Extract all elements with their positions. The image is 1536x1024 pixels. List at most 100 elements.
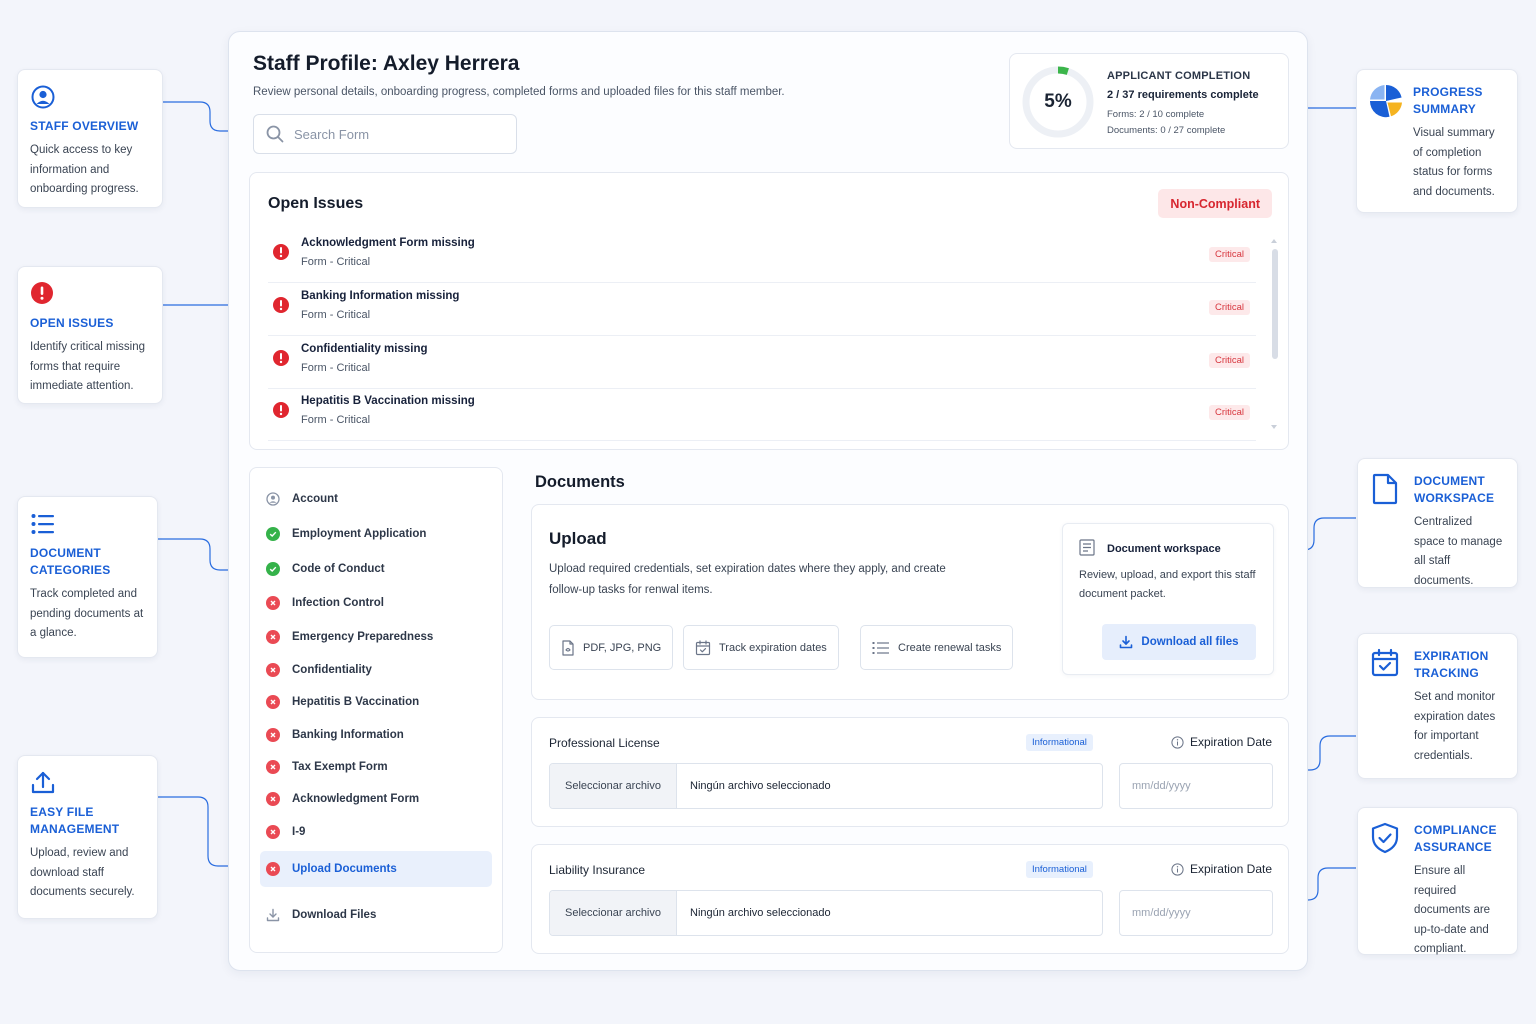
callout-title: DOCUMENT CATEGORIES xyxy=(30,546,111,577)
callout-progress-summary: PROGRESS SUMMARY Visual summary of compl… xyxy=(1356,69,1518,213)
search-input[interactable] xyxy=(294,126,494,142)
severity-badge: Critical xyxy=(1208,300,1250,315)
completion-title: APPLICANT COMPLETION xyxy=(1107,70,1251,82)
document-icon xyxy=(1370,473,1404,507)
callout-document-categories: DOCUMENT CATEGORIES Track completed and … xyxy=(17,496,158,658)
callout-description: Track completed and pending documents at… xyxy=(30,588,144,639)
x-icon xyxy=(266,695,280,709)
expiration-label-text: Expiration Date xyxy=(1189,735,1272,749)
scroll-up-arrow-icon[interactable] xyxy=(1270,237,1278,245)
x-icon xyxy=(266,792,280,806)
download-icon xyxy=(266,908,280,922)
sidebar-item-upload-documents[interactable]: Upload Documents xyxy=(260,851,492,887)
error-icon xyxy=(272,296,290,314)
x-icon xyxy=(266,760,280,774)
sidebar-item-emergency-preparedness[interactable]: Emergency Preparedness xyxy=(260,620,492,654)
sidebar-item-account[interactable]: Account xyxy=(260,482,492,516)
sidebar-item-label: Code of Conduct xyxy=(292,563,385,575)
sidebar-item-label: Tax Exempt Form xyxy=(292,761,388,773)
x-icon xyxy=(266,663,280,677)
issue-row[interactable]: Banking Information missing Form - Criti… xyxy=(268,284,1256,336)
callout-open-issues: OPEN ISSUES Identify critical missing fo… xyxy=(17,266,163,404)
calendar-icon xyxy=(695,639,711,656)
issue-row[interactable]: Hepatitis B Vaccination missing Form - C… xyxy=(268,389,1256,441)
sidebar-item-hepatitis-b-vaccination[interactable]: Hepatitis B Vaccination xyxy=(260,685,492,719)
check-icon xyxy=(266,562,280,576)
choose-file-button[interactable]: Seleccionar archivo xyxy=(550,891,677,935)
issue-type: Form - Critical xyxy=(301,414,371,426)
alert-icon xyxy=(30,281,56,307)
check-icon xyxy=(266,527,280,541)
sidebar-item-employment-application[interactable]: Employment Application xyxy=(260,517,492,551)
callout-description: Quick access to key information and onbo… xyxy=(30,144,139,195)
upload-description: Upload required credentials, set expirat… xyxy=(549,563,946,596)
document-name: Liability Insurance xyxy=(549,863,646,877)
calendar-check-icon xyxy=(1370,648,1404,682)
document-list-icon xyxy=(1079,539,1095,556)
file-type-icon xyxy=(561,639,575,656)
chip-label: Create renewal tasks xyxy=(898,641,1002,654)
sidebar-item-acknowledgment-form[interactable]: Acknowledgment Form xyxy=(260,782,492,816)
upload-title: Upload xyxy=(549,529,607,548)
download-icon xyxy=(1119,635,1133,649)
severity-badge: Critical xyxy=(1208,405,1250,420)
callout-staff-overview: STAFF OVERVIEW Quick access to key infor… xyxy=(17,69,163,208)
issue-type: Form - Critical xyxy=(301,362,371,374)
choose-file-button[interactable]: Seleccionar archivo xyxy=(550,764,677,808)
scroll-down-arrow-icon[interactable] xyxy=(1270,423,1278,431)
document-name: Professional License xyxy=(549,736,660,750)
expiration-label: Expiration Date xyxy=(1171,735,1272,749)
x-icon xyxy=(266,862,280,876)
expiration-label-text: Expiration Date xyxy=(1189,862,1272,876)
sidebar-item-label: Acknowledgment Form xyxy=(292,793,420,805)
sidebar-item-download-files[interactable]: Download Files xyxy=(260,898,492,932)
sidebar-item-label: Hepatitis B Vaccination xyxy=(292,696,420,708)
workspace-title: Document workspace xyxy=(1107,543,1221,555)
callout-title: STAFF OVERVIEW xyxy=(30,119,139,133)
callout-compliance-assurance: COMPLIANCE ASSURANCE Ensure all required… xyxy=(1357,807,1518,955)
staff-profile-panel: Staff Profile: Axley Herrera Review pers… xyxy=(228,31,1308,971)
file-status: Ningún archivo seleccionado xyxy=(690,780,831,792)
workspace-description: Review, upload, and export this staff do… xyxy=(1079,569,1256,600)
callout-title: EXPIRATION TRACKING xyxy=(1414,649,1489,680)
file-status: Ningún archivo seleccionado xyxy=(690,907,831,919)
sidebar-item-code-of-conduct[interactable]: Code of Conduct xyxy=(260,552,492,586)
completion-percent: 5% xyxy=(1044,91,1072,112)
download-all-button[interactable]: Download all files xyxy=(1102,624,1256,660)
sidebar-item-infection-control[interactable]: Infection Control xyxy=(260,586,492,620)
sidebar-item-banking-information[interactable]: Banking Information xyxy=(260,718,492,752)
file-input[interactable]: Seleccionar archivo Ningún archivo selec… xyxy=(549,763,1103,809)
user-circle-icon xyxy=(30,84,56,110)
issue-row[interactable]: Acknowledgment Form missing Form - Criti… xyxy=(268,231,1256,283)
expiration-date-input[interactable]: mm/dd/yyyy xyxy=(1119,890,1273,936)
file-input[interactable]: Seleccionar archivo Ningún archivo selec… xyxy=(549,890,1103,936)
sidebar-item-i9[interactable]: I-9 xyxy=(260,815,492,849)
file-types-chip: PDF, JPG, PNG xyxy=(549,625,674,670)
sidebar-item-confidentiality[interactable]: Confidentiality xyxy=(260,653,492,687)
informational-badge: Informational xyxy=(1026,861,1093,878)
issue-name: Hepatitis B Vaccination missing xyxy=(301,395,475,407)
callout-title: DOCUMENT WORKSPACE xyxy=(1414,474,1495,505)
task-list-icon xyxy=(872,641,890,655)
callout-title: EASY FILE MANAGEMENT xyxy=(30,805,120,836)
renewal-tasks-chip: Create renewal tasks xyxy=(860,625,1014,670)
sidebar-item-tax-exempt-form[interactable]: Tax Exempt Form xyxy=(260,750,492,784)
open-issues-title: Open Issues xyxy=(268,195,364,212)
error-icon xyxy=(272,349,290,367)
callout-expiration-tracking: EXPIRATION TRACKING Set and monitor expi… xyxy=(1357,633,1518,779)
issue-row[interactable]: Confidentiality missing Form - Critical … xyxy=(268,337,1256,389)
sidebar-item-label: Infection Control xyxy=(292,597,384,609)
callout-title: OPEN ISSUES xyxy=(30,316,114,330)
issue-name: Confidentiality missing xyxy=(301,343,428,355)
callout-description: Set and monitor expiration dates for imp… xyxy=(1414,691,1496,762)
page-subtitle: Review personal details, onboarding prog… xyxy=(253,86,785,98)
compliance-status-badge: Non-Compliant xyxy=(1158,189,1272,218)
sidebar-item-label: Download Files xyxy=(292,909,377,921)
callout-description: Centralized space to manage all staff do… xyxy=(1414,516,1503,587)
callout-description: Upload, review and download staff docume… xyxy=(30,847,135,898)
expiration-date-input[interactable]: mm/dd/yyyy xyxy=(1119,763,1273,809)
search-box[interactable] xyxy=(253,114,517,154)
scroll-thumb[interactable] xyxy=(1272,249,1278,359)
document-categories-sidebar: Account Employment Application Code of C… xyxy=(249,467,503,953)
issues-scrollbar[interactable] xyxy=(1270,237,1278,431)
